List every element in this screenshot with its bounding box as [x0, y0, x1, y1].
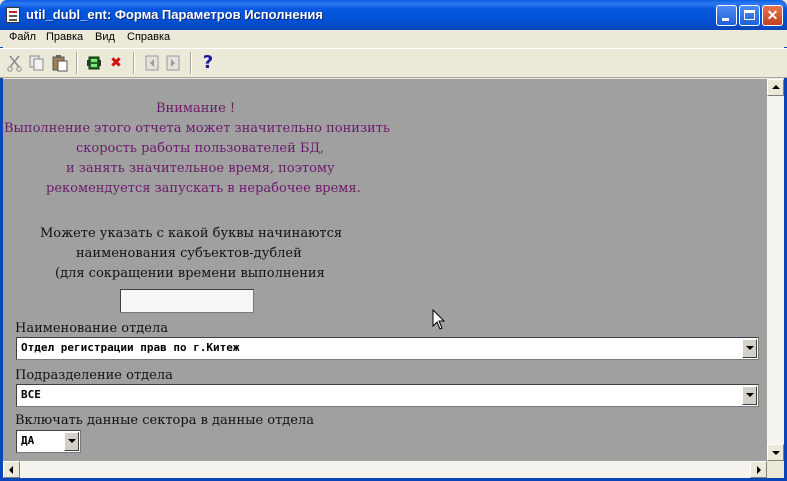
prev-icon[interactable]: [143, 54, 161, 72]
vertical-scrollbar[interactable]: [767, 79, 784, 461]
include-sector-label: Включать данные сектора в данные отдела: [15, 413, 315, 428]
minimize-button[interactable]: [716, 5, 737, 26]
scroll-left-icon[interactable]: [3, 461, 20, 478]
warning-title: Внимание !: [156, 101, 236, 116]
paste-icon[interactable]: [51, 54, 69, 72]
close-icon: ✕: [766, 7, 779, 23]
scroll-up-icon[interactable]: [767, 79, 784, 96]
app-icon: [6, 7, 20, 23]
scroll-right-icon[interactable]: [750, 461, 767, 478]
department-label: Наименование отдела: [15, 321, 168, 336]
chevron-down-icon[interactable]: [742, 339, 757, 358]
subdivision-select[interactable]: ВСЕ: [16, 384, 759, 407]
department-value: Отдел регистрации прав по г.Китеж: [21, 341, 240, 354]
toolbar-separator: [190, 52, 192, 74]
warning-line: рекомендуется запускать в нерабочее врем…: [46, 181, 361, 196]
scroll-down-icon[interactable]: [767, 444, 784, 461]
toolbar-separator: [76, 52, 78, 74]
warning-line: Выполнение этого отчета может значительн…: [4, 121, 390, 136]
maximize-icon: [744, 10, 755, 20]
next-icon[interactable]: [164, 54, 182, 72]
letter-filter-input[interactable]: [120, 289, 254, 313]
window-title: util_dubl_ent: Форма Параметров Исполнен…: [26, 7, 324, 22]
cancel-icon[interactable]: ✖: [107, 54, 125, 72]
menu-file[interactable]: Файл: [9, 31, 36, 43]
warning-line: скорость работы пользователей БД,: [76, 141, 325, 156]
chevron-down-icon[interactable]: [742, 386, 757, 405]
copy-icon[interactable]: [28, 54, 46, 72]
menu-help[interactable]: Справка: [127, 31, 170, 43]
hint-line: наименования субъектов-дублей: [76, 246, 302, 261]
toolbar: ✖ ?: [0, 48, 787, 78]
run-icon[interactable]: [85, 54, 103, 72]
chevron-down-icon[interactable]: [64, 432, 79, 451]
include-sector-select[interactable]: ДА: [16, 430, 81, 453]
maximize-button[interactable]: [739, 5, 760, 26]
toolbar-separator: [133, 52, 135, 74]
subdivision-label: Подразделение отдела: [15, 368, 173, 383]
menu-bar: Файл Правка Вид Справка: [0, 30, 787, 47]
department-select[interactable]: Отдел регистрации прав по г.Китеж: [16, 337, 759, 360]
hint-line: (для сокращении времени выполнения: [55, 266, 325, 281]
subdivision-value: ВСЕ: [21, 388, 41, 401]
menu-edit[interactable]: Правка: [46, 31, 83, 43]
cut-icon[interactable]: [6, 54, 24, 72]
menu-view[interactable]: Вид: [95, 31, 115, 43]
form-client-area: Внимание ! Выполнение этого отчета может…: [3, 79, 767, 461]
mouse-cursor-icon: [432, 308, 446, 331]
hint-line: Можете указать с какой буквы начинаются: [40, 226, 343, 241]
scrollbar-corner: [767, 461, 784, 478]
close-button[interactable]: ✕: [762, 5, 783, 26]
include-sector-value: ДА: [21, 434, 35, 447]
title-bar[interactable]: util_dubl_ent: Форма Параметров Исполнен…: [0, 0, 787, 30]
horizontal-scrollbar[interactable]: [3, 461, 767, 478]
minimize-icon: [722, 18, 729, 21]
warning-line: и занять значительное время, поэтому: [66, 161, 335, 176]
help-icon[interactable]: ?: [199, 54, 217, 72]
